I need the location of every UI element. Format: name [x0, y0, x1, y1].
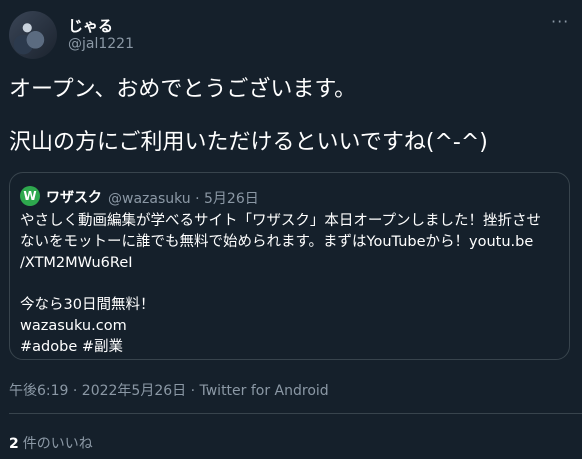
tweet-timestamp[interactable]: 午後6:19 · 2022年5月26日 · Twitter for Androi… — [9, 380, 329, 400]
quoted-meta: @wazasuku · 5月26日 — [108, 191, 259, 207]
more-options-icon[interactable]: ··· — [551, 12, 571, 31]
quoted-line: やさしく動画編集が学べるサイト「ワザスク」本日オープンしました！挫折させ — [20, 213, 541, 229]
author-name[interactable]: じゃる — [68, 15, 113, 36]
wazasuku-logo-icon: W — [20, 186, 40, 206]
tweet-line: オープン、おめでとうございます。 — [9, 77, 357, 102]
quoted-tweet[interactable]: W ワザスク @wazasuku · 5月26日 やさしく動画編集が学べるサイト… — [9, 172, 570, 360]
quoted-body: やさしく動画編集が学べるサイト「ワザスク」本日オープンしました！挫折させ ないを… — [20, 211, 560, 358]
quoted-line: 今なら30日間無料！ — [20, 297, 155, 313]
author-handle[interactable]: @jal1221 — [68, 36, 134, 52]
quoted-link[interactable]: /XTM2MWu6ReI — [20, 253, 560, 274]
likes-label: 件のいいね — [22, 436, 93, 452]
divider — [9, 413, 582, 414]
quoted-author-name: ワザスク — [46, 190, 102, 206]
likes-number: 2 — [9, 436, 19, 452]
tweet-line: 沢山の方にご利用いただけるといいですね(^-^) — [9, 130, 488, 155]
quoted-link[interactable]: wazasuku.com — [20, 316, 560, 337]
quoted-line[interactable]: ないをモットーに誰でも無料で始められます。まずはYouTubeから！youtu.… — [20, 232, 560, 253]
likes-count[interactable]: 2 件のいいね — [9, 433, 93, 453]
tweet-text: オープン、おめでとうございます。 沢山の方にご利用いただけるといいですね(^-^… — [9, 76, 569, 156]
avatar[interactable] — [9, 11, 57, 59]
quoted-hashtags[interactable]: #adobe #副業 — [20, 337, 560, 358]
